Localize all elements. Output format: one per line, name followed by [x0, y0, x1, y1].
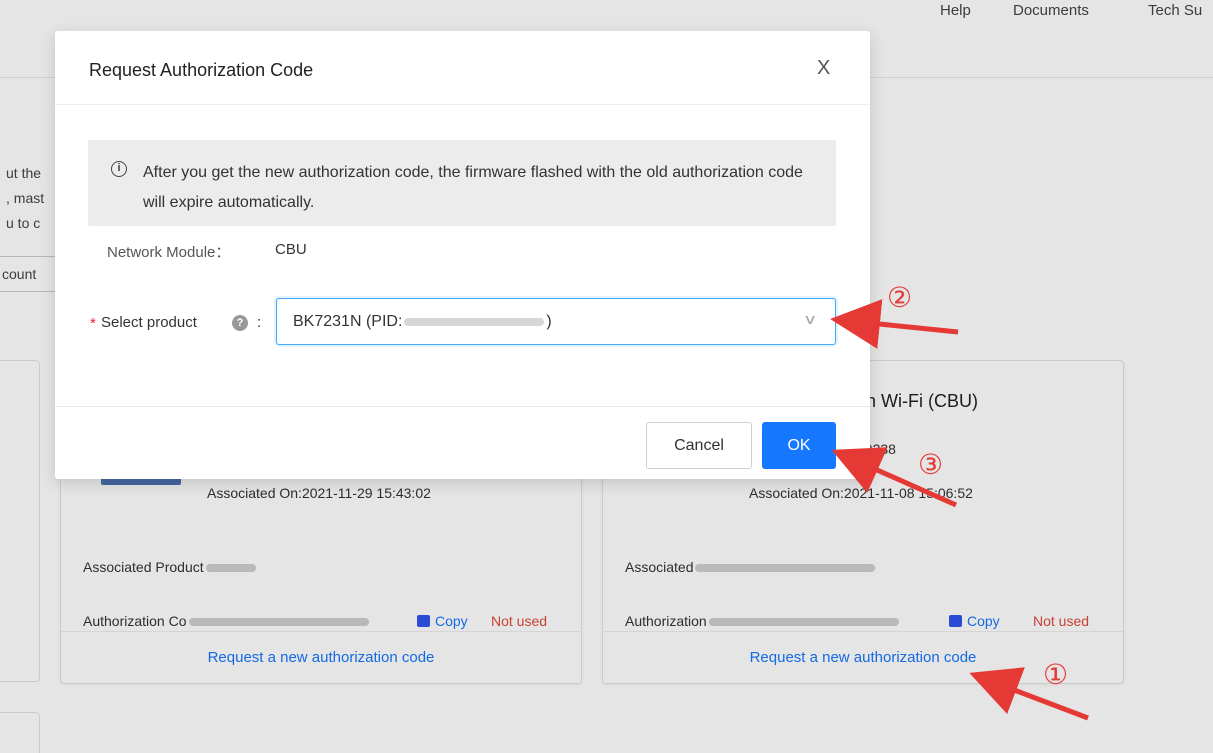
- step-1-marker: ①: [1043, 658, 1069, 691]
- arrow-step-2: [830, 299, 959, 349]
- step-2-marker: ②: [887, 281, 913, 314]
- arrow-step-1: [969, 667, 1089, 721]
- step-3-marker: ③: [918, 448, 944, 481]
- annotation-arrows: [830, 299, 1089, 721]
